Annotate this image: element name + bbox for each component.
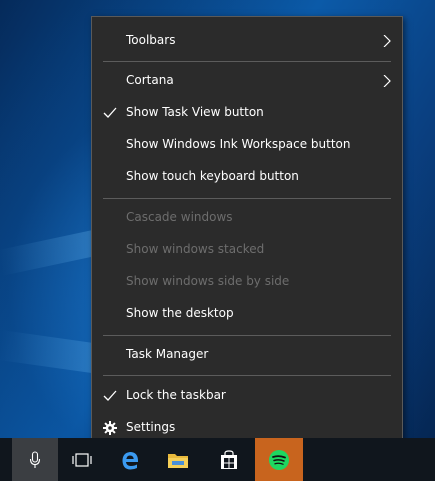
chevron-right-icon bbox=[383, 35, 391, 47]
menu-item-task-manager[interactable]: Task Manager bbox=[92, 339, 402, 371]
gear-icon bbox=[103, 421, 117, 435]
menu-item-label: Toolbars bbox=[126, 33, 176, 47]
taskbar-windows-store-button[interactable] bbox=[205, 438, 253, 481]
checkmark-icon bbox=[103, 107, 117, 118]
menu-item-label: Settings bbox=[126, 420, 176, 434]
menu-item-label: Show windows stacked bbox=[126, 242, 265, 256]
file-explorer-icon bbox=[168, 453, 188, 468]
menu-item-label: Show touch keyboard button bbox=[126, 169, 299, 183]
menu-item-label: Show the desktop bbox=[126, 306, 234, 320]
menu-item-label: Cortana bbox=[126, 73, 174, 87]
taskbar-edge-button[interactable] bbox=[106, 438, 154, 481]
taskbar-task-view-button[interactable] bbox=[58, 438, 106, 481]
menu-item-cortana[interactable]: Cortana bbox=[92, 65, 402, 97]
checkmark-icon bbox=[103, 390, 117, 401]
menu-separator bbox=[103, 198, 391, 199]
menu-item-show-desktop[interactable]: Show the desktop bbox=[92, 298, 402, 330]
task-view-icon bbox=[72, 452, 92, 467]
menu-separator bbox=[103, 61, 391, 62]
edge-icon bbox=[122, 451, 138, 469]
menu-item-show-task-view[interactable]: Show Task View button bbox=[92, 97, 402, 129]
windows-store-icon bbox=[221, 449, 237, 469]
menu-item-toolbars[interactable]: Toolbars bbox=[92, 25, 402, 57]
menu-item-label: Show Task View button bbox=[126, 105, 264, 119]
taskbar-cortana-mic-button[interactable] bbox=[12, 438, 58, 481]
menu-item-windows-side-by-side: Show windows side by side bbox=[92, 266, 402, 298]
microphone-icon bbox=[29, 450, 41, 468]
menu-item-windows-stacked: Show windows stacked bbox=[92, 234, 402, 266]
menu-item-label: Cascade windows bbox=[126, 210, 233, 224]
taskbar bbox=[0, 438, 435, 481]
chevron-right-icon bbox=[383, 75, 391, 87]
menu-separator bbox=[103, 375, 391, 376]
menu-item-lock-taskbar[interactable]: Lock the taskbar bbox=[92, 380, 402, 412]
menu-item-cascade-windows: Cascade windows bbox=[92, 202, 402, 234]
menu-item-label: Show windows side by side bbox=[126, 274, 290, 288]
menu-item-label: Show Windows Ink Workspace button bbox=[126, 137, 351, 151]
taskbar-context-menu: Toolbars Cortana Show Task View button S… bbox=[91, 16, 403, 452]
menu-separator bbox=[103, 335, 391, 336]
menu-item-show-touch-keyboard[interactable]: Show touch keyboard button bbox=[92, 161, 402, 193]
taskbar-spotify-button[interactable] bbox=[255, 438, 303, 481]
menu-item-label: Lock the taskbar bbox=[126, 388, 226, 402]
menu-item-show-ink-workspace[interactable]: Show Windows Ink Workspace button bbox=[92, 129, 402, 161]
spotify-icon bbox=[269, 449, 289, 470]
menu-item-label: Task Manager bbox=[126, 347, 209, 361]
taskbar-file-explorer-button[interactable] bbox=[154, 438, 202, 481]
